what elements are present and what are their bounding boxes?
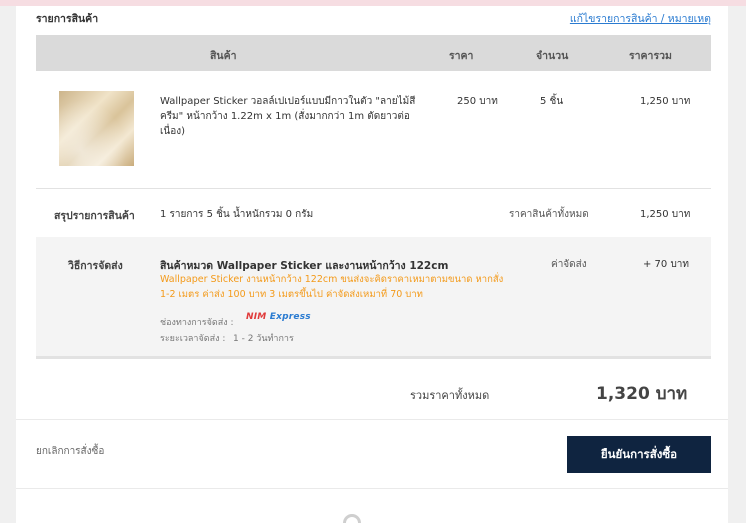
summary-label: ราคาสินค้าทั้งหมด xyxy=(509,209,589,220)
item-price: 250 บาท xyxy=(457,96,498,107)
summary-title: สรุปรายการสินค้า xyxy=(54,210,135,222)
edit-items-link[interactable]: แก้ไขรายการสินค้า / หมายเหตุ xyxy=(570,10,711,27)
shipping-duration-label: ระยะเวลาจัดส่ง : xyxy=(160,334,226,344)
section-title: รายการสินค้า xyxy=(36,13,99,25)
grand-total-label: รวมราคาทั้งหมด xyxy=(410,389,490,402)
loading-spinner-icon xyxy=(343,514,361,523)
carrier-a: NIM xyxy=(246,312,267,322)
summary-value: 1,250 บาท xyxy=(640,209,691,220)
footer-divider-bottom xyxy=(16,488,728,489)
shipping-note: Wallpaper Sticker งานหน้ากว้าง 122cm ขนส… xyxy=(160,274,504,300)
shipping-fee-value: + 70 บาท xyxy=(642,259,689,270)
shipping-section: วิธีการจัดส่ง สินค้าหมวด Wallpaper Stick… xyxy=(36,237,711,359)
shipping-channel-label: ช่องทางการจัดส่ง : xyxy=(160,318,234,328)
footer-divider-top xyxy=(16,419,728,420)
order-card: รายการสินค้า แก้ไขรายการสินค้า / หมายเหต… xyxy=(16,6,728,523)
header-product: สินค้า xyxy=(210,50,237,62)
shipping-fee-label: ค่าจัดส่ง xyxy=(551,259,587,270)
confirm-order-button[interactable]: ยืนยันการสั่งซื้อ xyxy=(567,436,711,473)
item-total: 1,250 บาท xyxy=(640,96,691,107)
shipping-label: วิธีการจัดส่ง xyxy=(68,260,123,272)
shipping-duration-value: 1 - 2 วันทำการ xyxy=(233,334,294,344)
carrier-b: Express xyxy=(269,312,311,322)
nim-express-logo: NIM Express xyxy=(246,312,311,322)
grand-total-value: 1,320 บาท xyxy=(596,384,688,404)
row-divider xyxy=(36,188,711,189)
header-qty: จำนวน xyxy=(536,50,569,62)
item-qty: 5 ชิ้น xyxy=(540,96,564,107)
product-image-highlight xyxy=(59,91,134,166)
header-price: ราคา xyxy=(449,50,474,62)
table-header: สินค้า ราคา จำนวน ราคารวม xyxy=(36,35,711,71)
summary-detail: 1 รายการ 5 ชิ้น น้ำหนักรวม 0 กรัม xyxy=(160,209,314,220)
header-total: ราคารวม xyxy=(629,50,672,62)
shipping-divider xyxy=(36,356,711,359)
cancel-order-link[interactable]: ยกเลิกการสั่งซื้อ xyxy=(36,444,104,459)
product-image[interactable] xyxy=(59,91,134,166)
product-name[interactable]: Wallpaper Sticker วอลล์เปเปอร์แบบมีกาวใน… xyxy=(160,94,422,139)
